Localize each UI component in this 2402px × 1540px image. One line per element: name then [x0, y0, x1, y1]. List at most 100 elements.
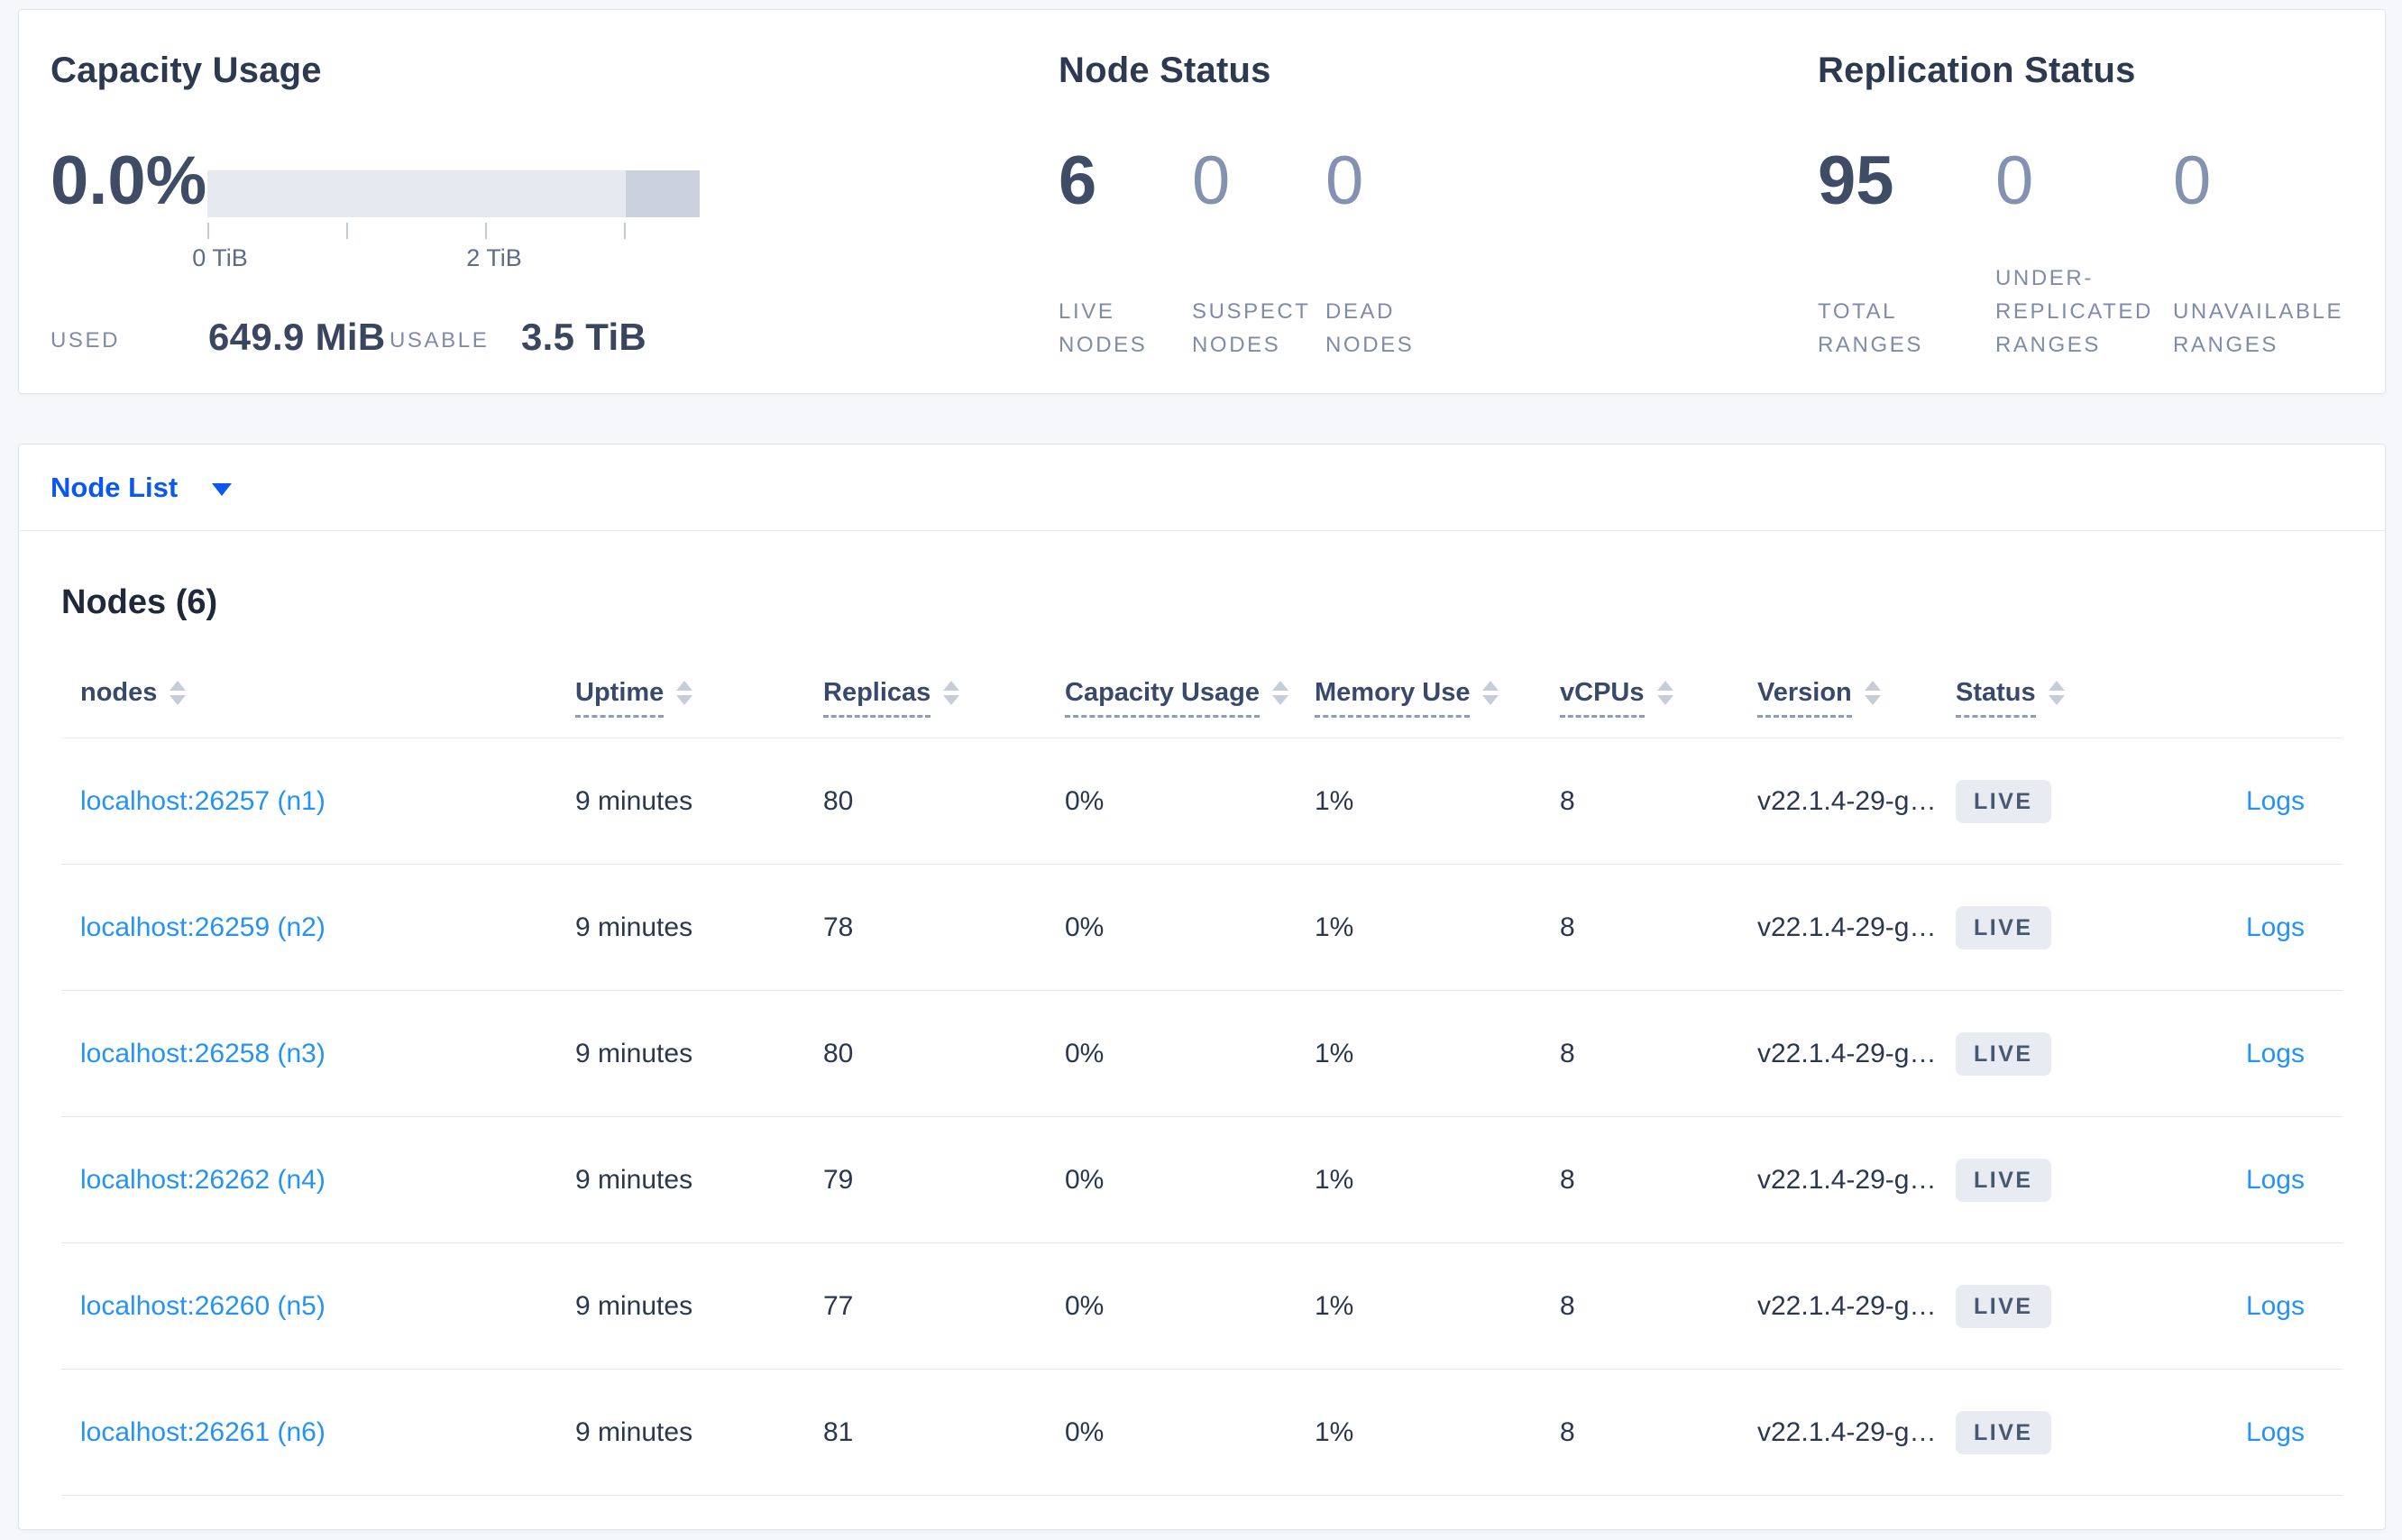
column-header-replicas[interactable]: Replicas [823, 677, 1065, 718]
node-link[interactable]: localhost:26259 (n2) [80, 912, 325, 942]
capacity-usage-title: Capacity Usage [50, 50, 322, 90]
node-status-section: Node Status 6 LIVE NODES 0 SUSPECT NODES… [1059, 48, 1744, 362]
used-value: 649.9 MiB [208, 316, 386, 358]
total-ranges-label: TOTAL RANGES [1818, 299, 1923, 357]
vcpus-cell: 8 [1560, 1290, 1575, 1321]
table-body: localhost:26257 (n1) 9 minutes 80 0% 1% … [61, 738, 2342, 1496]
version-cell: v22.1.4-29-g… [1757, 912, 1937, 942]
uptime-cell: 9 minutes [575, 1038, 693, 1068]
sort-icon[interactable] [1272, 680, 1288, 705]
column-header-capacity-usage[interactable]: Capacity Usage [1065, 677, 1315, 718]
capacity-cell: 0% [1065, 1038, 1105, 1068]
live-nodes-stat: 6 LIVE NODES [1059, 145, 1192, 362]
node-link[interactable]: localhost:26261 (n6) [80, 1417, 325, 1447]
capacity-bar-track [207, 170, 700, 217]
node-link[interactable]: localhost:26258 (n3) [80, 1039, 325, 1068]
logs-link[interactable]: Logs [2246, 1291, 2305, 1321]
capacity-cell: 0% [1065, 1416, 1105, 1447]
column-header-status[interactable]: Status [1956, 677, 2154, 718]
version-cell: v22.1.4-29-g… [1757, 1416, 1937, 1447]
version-cell: v22.1.4-29-g… [1757, 1164, 1937, 1195]
sort-icon[interactable] [2048, 680, 2065, 705]
sort-icon[interactable] [1656, 680, 1673, 705]
unavailable-ranges-stat: 0 UNAVAILABLE RANGES [2173, 145, 2351, 362]
vcpus-cell: 8 [1560, 912, 1575, 942]
sort-icon[interactable] [676, 680, 693, 705]
under-replicated-ranges-value: 0 [1995, 142, 2034, 219]
cluster-summary-card: Capacity Usage 0.0% 0 TiB 2 TiB USED 649… [18, 9, 2386, 394]
column-header-nodes[interactable]: nodes [61, 677, 575, 708]
under-replicated-ranges-stat: 0 UNDER-REPLICATED RANGES [1995, 145, 2173, 362]
memory-cell: 1% [1315, 1290, 1354, 1321]
table-row: localhost:26262 (n4) 9 minutes 79 0% 1% … [61, 1116, 2342, 1242]
axis-tick [485, 223, 487, 239]
logs-link[interactable]: Logs [2246, 1039, 2305, 1068]
status-badge: LIVE [1956, 1410, 2051, 1454]
sort-icon[interactable] [170, 680, 187, 705]
replicas-cell: 80 [823, 785, 854, 816]
axis-tick [207, 223, 209, 239]
vcpus-cell: 8 [1560, 1164, 1575, 1195]
column-header-version[interactable]: Version [1757, 677, 1956, 718]
dead-nodes-stat: 0 DEAD NODES [1325, 145, 1459, 362]
node-link[interactable]: localhost:26257 (n1) [80, 786, 325, 816]
unavailable-ranges-label: UNAVAILABLE RANGES [2173, 299, 2344, 357]
column-header-uptime[interactable]: Uptime [575, 677, 823, 718]
node-link[interactable]: localhost:26260 (n5) [80, 1291, 325, 1321]
axis-tick [624, 223, 626, 239]
column-header-vcpus[interactable]: vCPUs [1560, 677, 1757, 718]
replication-status-section: Replication Status 95 TOTAL RANGES 0 UND… [1818, 48, 2377, 362]
sort-icon[interactable] [943, 680, 960, 705]
uptime-cell: 9 minutes [575, 912, 693, 942]
capacity-percent-value: 0.0% [50, 142, 207, 219]
status-badge: LIVE [1956, 905, 2051, 949]
status-badge: LIVE [1956, 1031, 2051, 1076]
status-badge: LIVE [1956, 1158, 2051, 1202]
under-replicated-ranges-label: UNDER-REPLICATED RANGES [1995, 266, 2153, 357]
memory-cell: 1% [1315, 1164, 1354, 1195]
axis-tick-label: 0 TiB [192, 244, 248, 271]
suspect-nodes-stat: 0 SUSPECT NODES [1192, 145, 1325, 362]
unavailable-ranges-value: 0 [2173, 142, 2212, 219]
logs-link[interactable]: Logs [2246, 912, 2305, 942]
vcpus-cell: 8 [1560, 1416, 1575, 1447]
capacity-usage-gauge: 0 TiB 2 TiB [192, 170, 700, 271]
chevron-down-icon [212, 482, 233, 496]
table-row: localhost:26257 (n1) 9 minutes 80 0% 1% … [61, 738, 2342, 864]
table-row: localhost:26259 (n2) 9 minutes 78 0% 1% … [61, 864, 2342, 990]
capacity-usage-section: Capacity Usage 0.0% 0 TiB 2 TiB USED 649… [50, 48, 772, 362]
logs-link[interactable]: Logs [2246, 1165, 2305, 1195]
sort-icon[interactable] [1482, 680, 1499, 705]
sort-icon[interactable] [1864, 680, 1881, 705]
table-header-row: nodes Uptime Replicas Capacity Usage Mem… [61, 647, 2342, 738]
capacity-bar-segment [626, 170, 700, 217]
replicas-cell: 78 [823, 912, 854, 942]
vcpus-cell: 8 [1560, 1038, 1575, 1068]
replicas-cell: 81 [823, 1416, 854, 1447]
view-selector-label[interactable]: Node List [50, 472, 178, 504]
column-header-memory-use[interactable]: Memory Use [1315, 677, 1560, 718]
used-label: USED [50, 328, 121, 353]
memory-cell: 1% [1315, 785, 1354, 816]
table-heading: Nodes (6) [61, 583, 218, 621]
version-cell: v22.1.4-29-g… [1757, 1290, 1937, 1321]
table-row: localhost:26258 (n3) 9 minutes 80 0% 1% … [61, 990, 2342, 1116]
status-badge: LIVE [1956, 1284, 2051, 1328]
table-row: localhost:26260 (n5) 9 minutes 77 0% 1% … [61, 1242, 2342, 1369]
table-row: localhost:26261 (n6) 9 minutes 81 0% 1% … [61, 1369, 2342, 1495]
suspect-nodes-value: 0 [1192, 142, 1231, 219]
axis-tick [346, 223, 348, 239]
node-link[interactable]: localhost:26262 (n4) [80, 1165, 325, 1195]
logs-link[interactable]: Logs [2246, 786, 2305, 816]
uptime-cell: 9 minutes [575, 1416, 693, 1447]
logs-link[interactable]: Logs [2246, 1417, 2305, 1447]
suspect-nodes-label: SUSPECT NODES [1192, 299, 1311, 357]
view-selector[interactable]: Node List [19, 445, 2385, 531]
axis-tick-label: 2 TiB [466, 244, 522, 271]
status-badge: LIVE [1956, 779, 2051, 823]
memory-cell: 1% [1315, 1038, 1354, 1068]
version-cell: v22.1.4-29-g… [1757, 1038, 1937, 1068]
memory-cell: 1% [1315, 1416, 1354, 1447]
live-nodes-value: 6 [1059, 142, 1097, 219]
dead-nodes-label: DEAD NODES [1325, 299, 1415, 357]
